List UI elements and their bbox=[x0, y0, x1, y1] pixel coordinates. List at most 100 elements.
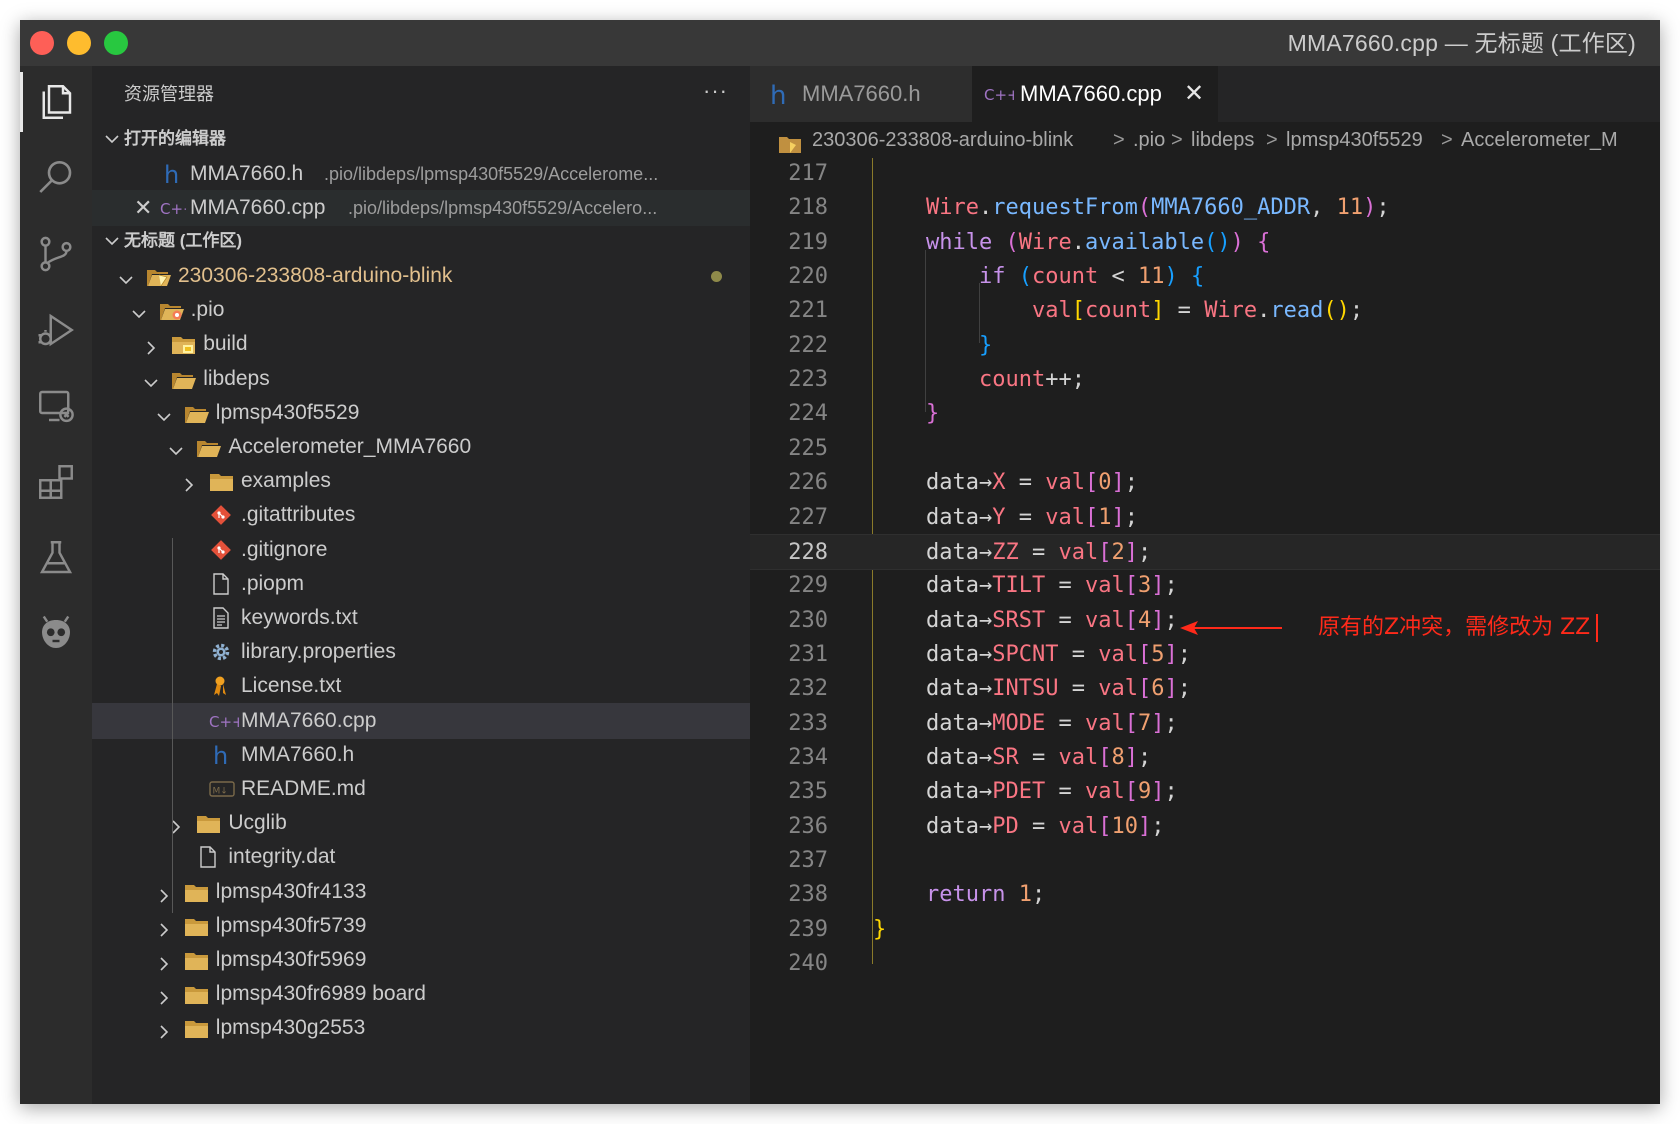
open-editors-section-header[interactable]: 打开的编辑器 bbox=[92, 122, 750, 156]
vscode-window: MMA7660.cpp — 无标题 (工作区) 资源管理器 ··· 打开的编辑器… bbox=[20, 20, 1660, 1104]
tree-folder[interactable]: examples bbox=[92, 463, 750, 499]
svg-text:C++: C++ bbox=[160, 200, 186, 218]
code-line: 222 } bbox=[750, 328, 1660, 364]
activity-extensions[interactable] bbox=[20, 446, 92, 518]
chevron-down-icon[interactable] bbox=[154, 403, 174, 423]
chevron-right-icon[interactable] bbox=[179, 471, 199, 492]
breadcrumb-item[interactable]: 230306-233808-arduino-blink bbox=[812, 122, 1073, 158]
activity-run-debug[interactable] bbox=[20, 294, 92, 366]
chevron-down-icon[interactable] bbox=[141, 369, 161, 389]
chevron-down-icon[interactable] bbox=[129, 300, 149, 320]
code-editor[interactable]: 217 218 Wire.requestFrom(MMA7660_ADDR, 11… bbox=[750, 158, 1660, 1104]
tree-folder[interactable]: lpmsp430fr4133 bbox=[92, 874, 750, 910]
window-title: MMA7660.cpp — 无标题 (工作区) bbox=[1287, 30, 1636, 56]
chevron-right-icon[interactable] bbox=[166, 813, 186, 834]
code-line: 220 if (count < 11) { bbox=[750, 259, 1660, 295]
tree-folder[interactable]: lpmsp430fr6989 board bbox=[92, 976, 750, 1012]
tree-file[interactable]: .piopm bbox=[92, 566, 750, 602]
activity-remote-explorer[interactable] bbox=[20, 370, 92, 442]
activity-testing[interactable] bbox=[20, 522, 92, 594]
tab-mma7660-h[interactable]: h MMA7660.h bbox=[750, 66, 972, 122]
line-text: data→SPCNT = val[5]; bbox=[925, 641, 1191, 667]
open-editor-item[interactable]: ✕ C++ MMA7660.cpp .pio/libdeps/lpmsp430f… bbox=[92, 190, 750, 226]
tree-item-label: lpmsp430fr6989 board bbox=[215, 982, 426, 1006]
tree-file[interactable]: C++ MMA7660.cpp bbox=[92, 702, 750, 739]
zoom-window-button[interactable] bbox=[104, 31, 128, 55]
breadcrumb-separator: > bbox=[1113, 129, 1125, 151]
chevron-down-icon[interactable] bbox=[166, 437, 186, 457]
chevron-right-icon[interactable] bbox=[154, 882, 174, 903]
line-text: data→SR = val[8]; bbox=[925, 744, 1152, 770]
activity-explorer[interactable] bbox=[20, 66, 92, 138]
svg-text:h: h bbox=[770, 81, 786, 111]
line-number: 239 bbox=[788, 916, 828, 942]
tree-folder[interactable]: lpmsp430g2553 bbox=[92, 1010, 750, 1046]
tree-item-label: MMA7660.h bbox=[241, 742, 355, 766]
breadcrumb-separator: > bbox=[1171, 129, 1183, 151]
tree-file[interactable]: integrity.dat bbox=[92, 839, 750, 875]
line-number: 236 bbox=[788, 813, 828, 839]
breadcrumb-item[interactable]: lpmsp430f5529 bbox=[1286, 122, 1423, 158]
tree-folder[interactable]: 230306-233808-arduino-blink bbox=[92, 258, 750, 294]
activity-platformio[interactable] bbox=[20, 598, 92, 670]
activity-search[interactable] bbox=[20, 142, 92, 214]
line-number: 234 bbox=[788, 744, 828, 770]
tab-mma7660-cpp[interactable]: C++ MMA7660.cpp ✕ bbox=[972, 66, 1218, 122]
tree-folder[interactable]: lpmsp430fr5739 bbox=[92, 908, 750, 944]
title-bar: MMA7660.cpp — 无标题 (工作区) bbox=[20, 20, 1660, 66]
tree-file[interactable]: M↓ README.md bbox=[92, 771, 750, 807]
tree-file[interactable]: keywords.txt bbox=[92, 600, 750, 636]
git-icon bbox=[209, 503, 235, 527]
tree-file[interactable]: h MMA7660.h bbox=[92, 737, 750, 773]
chevron-right-icon[interactable] bbox=[154, 916, 174, 937]
chevron-down-icon[interactable] bbox=[116, 266, 136, 286]
tree-folder[interactable]: build bbox=[92, 326, 750, 362]
tree-folder[interactable]: lpmsp430f5529 bbox=[92, 395, 750, 431]
line-number: 229 bbox=[788, 573, 828, 599]
close-editor-icon[interactable]: ✕ bbox=[134, 190, 152, 226]
open-editor-path: .pio/libdeps/lpmsp430f5529/Accelero... bbox=[348, 198, 658, 218]
close-tab-icon[interactable]: ✕ bbox=[1184, 66, 1204, 122]
chevron-right-icon[interactable] bbox=[154, 984, 174, 1005]
breadcrumb-item[interactable]: Accelerometer_M bbox=[1461, 122, 1618, 158]
open-editor-name: MMA7660.cpp bbox=[190, 196, 326, 219]
code-line: 237 bbox=[750, 843, 1660, 879]
line-text: data→X = val[0]; bbox=[925, 470, 1138, 496]
code-line: 217 bbox=[750, 156, 1660, 192]
chevron-right-icon[interactable] bbox=[154, 1018, 174, 1039]
activity-source-control[interactable] bbox=[20, 218, 92, 290]
line-number: 231 bbox=[788, 641, 828, 667]
code-line: 225 bbox=[750, 431, 1660, 467]
line-number: 227 bbox=[788, 504, 828, 530]
tree-item-label: MMA7660.cpp bbox=[241, 708, 377, 732]
tree-file[interactable]: library.properties bbox=[92, 634, 750, 670]
line-number: 221 bbox=[788, 298, 828, 324]
chevron-right-icon[interactable] bbox=[154, 950, 174, 971]
tree-folder[interactable]: lpmsp430fr5969 bbox=[92, 942, 750, 978]
cpp-file-icon: C++ bbox=[160, 196, 196, 220]
minimize-window-button[interactable] bbox=[67, 31, 91, 55]
breadcrumb-item[interactable]: libdeps bbox=[1191, 122, 1254, 158]
line-number: 240 bbox=[788, 951, 828, 977]
tree-file[interactable]: .gitignore bbox=[92, 532, 750, 568]
line-number: 235 bbox=[788, 779, 828, 805]
tree-folder[interactable]: Ucglib bbox=[92, 805, 750, 841]
tree-folder[interactable]: Accelerometer_MMA7660 bbox=[92, 429, 750, 465]
breadcrumb-item[interactable]: .pio bbox=[1133, 122, 1165, 158]
tree-item-label: integrity.dat bbox=[228, 845, 336, 869]
more-actions-button[interactable]: ··· bbox=[703, 66, 728, 116]
tree-file[interactable]: .gitattributes bbox=[92, 497, 750, 533]
tree-file[interactable]: License.txt bbox=[92, 668, 750, 704]
close-window-button[interactable] bbox=[30, 31, 54, 55]
chevron-right-icon[interactable] bbox=[141, 334, 161, 355]
workspace-section-header[interactable]: 无标题 (工作区) bbox=[92, 224, 750, 258]
tree-item-label: lpmsp430fr5969 bbox=[215, 948, 367, 971]
open-editor-item[interactable]: h MMA7660.h .pio/libdeps/lpmsp430f5529/A… bbox=[92, 156, 750, 192]
build-folder-icon bbox=[171, 332, 197, 356]
git-icon bbox=[209, 538, 235, 562]
code-line: 224 } bbox=[750, 396, 1660, 432]
line-number: 217 bbox=[788, 161, 828, 186]
tree-folder[interactable]: libdeps bbox=[92, 361, 750, 397]
tree-folder[interactable]: .pio bbox=[92, 292, 750, 328]
tree-item-label: Accelerometer_MMA7660 bbox=[228, 435, 472, 458]
